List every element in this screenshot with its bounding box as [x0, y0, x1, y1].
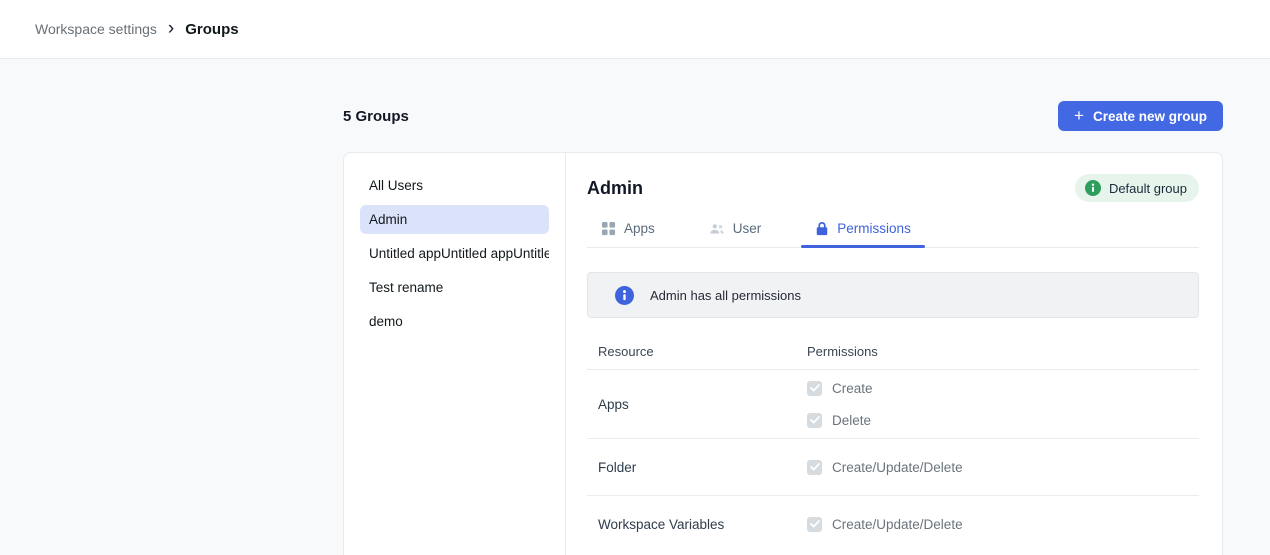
permission-label: Create/Update/Delete	[832, 517, 963, 532]
tab-label: Apps	[624, 221, 655, 236]
resource-label: Workspace Variables	[587, 517, 807, 532]
group-list-item-admin[interactable]: Admin	[360, 205, 549, 234]
group-title: Admin	[587, 178, 643, 199]
apps-grid-icon	[601, 221, 616, 236]
badge-label: Default group	[1109, 181, 1187, 196]
top-bar: Workspace settings › Groups	[0, 0, 1270, 59]
permission-checkbox[interactable]	[807, 413, 822, 428]
permission-checkbox[interactable]	[807, 517, 822, 532]
lock-icon	[815, 221, 829, 236]
permission-item: Create	[807, 372, 873, 404]
permission-item: Create/Update/Delete	[807, 441, 963, 493]
permission-checkbox[interactable]	[807, 381, 822, 396]
permission-item: Delete	[807, 404, 873, 436]
permissions-cell: Create Delete	[807, 372, 873, 436]
table-header: ResourcePermissions	[587, 334, 1199, 370]
permission-label: Delete	[832, 413, 871, 428]
breadcrumb-workspace-settings[interactable]: Workspace settings	[35, 21, 157, 37]
tab-label: User	[733, 221, 762, 236]
tab-permissions[interactable]: Permissions	[801, 210, 925, 247]
tab-bar: Apps User Permissions	[587, 210, 1199, 248]
create-new-group-button[interactable]: + Create new group	[1058, 101, 1223, 131]
group-detail-header: Admin Default group	[587, 170, 1199, 206]
permission-label: Create/Update/Delete	[832, 460, 963, 475]
group-list-item-demo[interactable]: demo	[360, 307, 549, 336]
permissions-cell: Create/Update/Delete	[807, 498, 963, 550]
resource-label: Apps	[587, 397, 807, 412]
users-icon	[709, 222, 725, 236]
groups-card: All Users Admin Untitled appUntitled appUn…	[343, 152, 1223, 555]
permission-item: Create/Update/Delete	[807, 498, 963, 550]
table-row: Workspace Variables Create/Update/Delete	[587, 496, 1199, 552]
create-button-label: Create new group	[1093, 109, 1207, 124]
permissions-banner: Admin has all permissions	[587, 272, 1199, 318]
permission-label: Create	[832, 381, 873, 396]
permissions-table: Apps Create Delete Folder Create/Update/Dele…	[587, 370, 1199, 552]
breadcrumb-groups: Groups	[185, 21, 238, 38]
tab-label: Permissions	[837, 221, 911, 236]
group-detail-panel: Admin Default group AppsUserPermissions …	[566, 153, 1222, 555]
page-header: 5 Groups + Create new group	[343, 101, 1223, 131]
resource-label: Folder	[587, 460, 807, 475]
tab-apps[interactable]: Apps	[587, 210, 669, 247]
permission-checkbox[interactable]	[807, 460, 822, 475]
banner-text: Admin has all permissions	[650, 288, 801, 303]
table-row: Apps Create Delete	[587, 370, 1199, 439]
info-icon	[615, 286, 634, 305]
permissions-cell: Create/Update/Delete	[807, 441, 963, 493]
breadcrumb-chevron-icon: ›	[168, 19, 174, 38]
column-header-resource: Resource	[587, 344, 807, 359]
plus-icon: +	[1074, 107, 1084, 124]
group-list: All Users Admin Untitled appUntitled appUn…	[344, 153, 566, 555]
table-row: Folder Create/Update/Delete	[587, 439, 1199, 496]
info-icon	[1085, 180, 1101, 196]
column-header-permissions: Permissions	[807, 344, 878, 359]
default-group-badge: Default group	[1075, 174, 1199, 202]
groups-count-label: 5 Groups	[343, 108, 409, 125]
group-list-item-all-users[interactable]: All Users	[360, 171, 549, 200]
tab-user[interactable]: User	[695, 210, 776, 247]
group-list-item-untitled-appuntitled-app[interactable]: Untitled appUntitled appUntitle…	[360, 239, 549, 268]
group-list-item-test-rename[interactable]: Test rename	[360, 273, 549, 302]
